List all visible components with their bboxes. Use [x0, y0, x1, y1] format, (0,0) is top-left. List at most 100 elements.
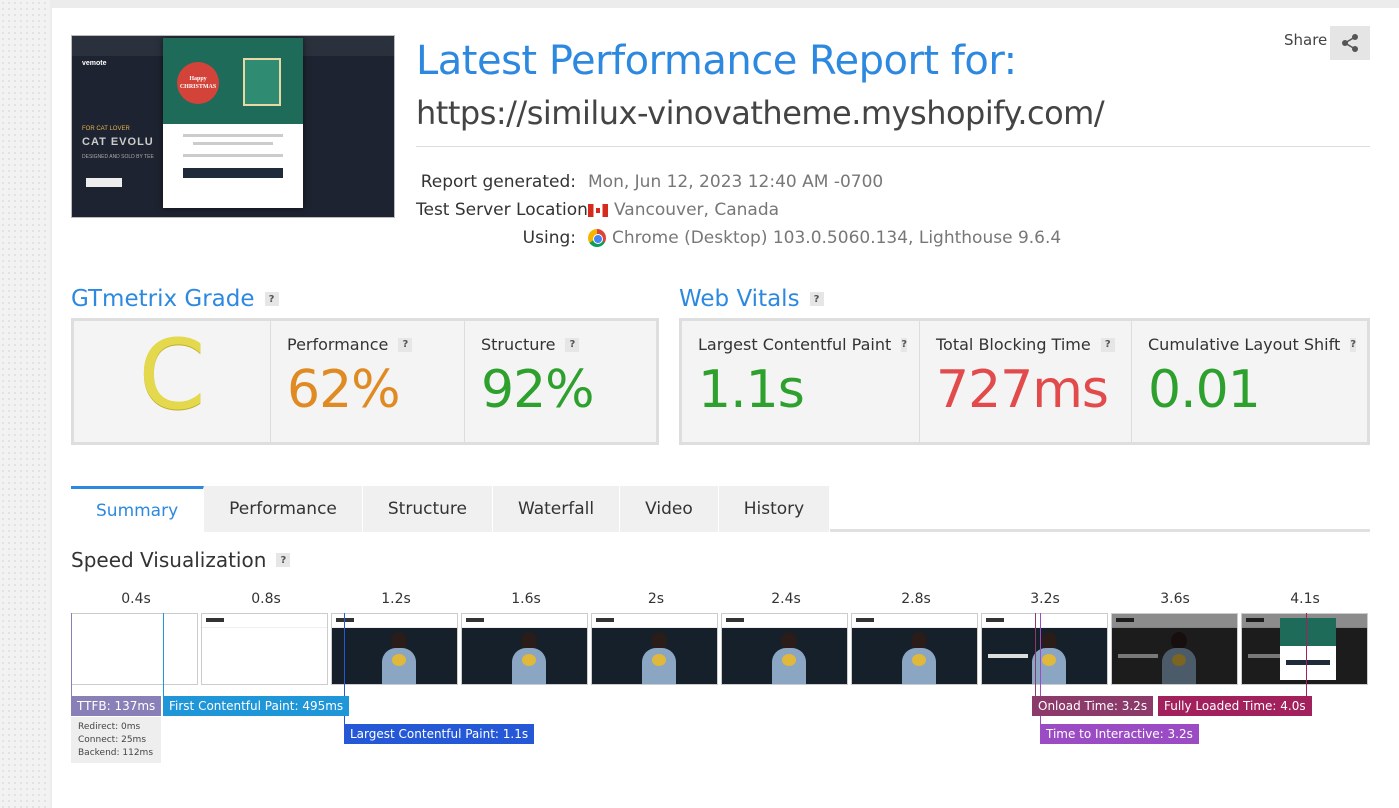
tab-summary[interactable]: Summary — [71, 486, 205, 532]
lcp-value: 1.1s — [698, 360, 805, 420]
thumb-cta — [183, 168, 283, 178]
structure-label-row: Structure ? — [481, 335, 640, 354]
cls-cell: Cumulative Layout Shift ? 0.01 — [1131, 321, 1367, 442]
help-icon[interactable]: ? — [276, 553, 291, 567]
frame-person — [902, 632, 936, 684]
frame-header — [722, 614, 847, 628]
person-shirt — [652, 654, 666, 666]
frame-person — [642, 632, 676, 684]
share-button[interactable] — [1330, 26, 1370, 60]
frame-popup-banner — [1280, 618, 1336, 646]
timeline-tick: 2s — [647, 591, 665, 607]
performance-label-row: Performance ? — [287, 335, 448, 354]
tab-waterfall[interactable]: Waterfall — [492, 486, 621, 532]
speed-visualization-heading: Speed Visualization ? — [71, 548, 291, 572]
meta-row-location: Test Server Location: Vancouver, Canada — [416, 196, 1061, 224]
frame-popup-button — [1286, 660, 1330, 665]
help-icon[interactable]: ? — [901, 337, 908, 352]
thumb-hero-title: CAT EVOLU — [82, 136, 154, 148]
timeline-tick: 4.1s — [1290, 591, 1320, 607]
performance-label: Performance — [287, 335, 389, 354]
lcp-label: Largest Contentful Paint: 1.1s — [344, 724, 535, 744]
thumb-logo: vemote — [82, 60, 107, 67]
frame-person — [772, 632, 806, 684]
structure-score: 92% — [481, 360, 595, 420]
thumb-ornament: Happy CHRISTMAS — [177, 62, 219, 104]
filmstrip-frame[interactable] — [1111, 613, 1238, 685]
help-icon[interactable]: ? — [1350, 337, 1357, 352]
grade-cell: C — [74, 321, 270, 442]
frame-person — [382, 632, 416, 684]
thumb-line — [183, 134, 283, 137]
tab-structure[interactable]: Structure — [362, 486, 493, 532]
timeline-tick: 3.2s — [1030, 591, 1060, 607]
help-icon[interactable]: ? — [809, 292, 824, 306]
person-shirt — [782, 654, 796, 666]
meta-row-generated: Report generated: Mon, Jun 12, 2023 12:4… — [416, 168, 1061, 196]
help-icon[interactable]: ? — [1100, 337, 1115, 352]
connect-time: Connect: 25ms — [78, 735, 147, 745]
grade-box: C Performance ? 62% Structure ? 92% — [71, 318, 659, 445]
thumb-hero-sub: DESIGNED AND SOLD BY TEE — [82, 154, 154, 160]
ttfb-breakdown: Redirect: 0ms Connect: 25ms Backend: 112… — [71, 717, 161, 763]
filmstrip-frame[interactable] — [71, 613, 198, 685]
tab-video[interactable]: Video — [620, 486, 719, 532]
filmstrip-frame[interactable] — [461, 613, 588, 685]
divider — [416, 146, 1370, 147]
structure-cell: Structure ? 92% — [464, 321, 656, 442]
person-shirt — [912, 654, 926, 666]
performance-cell: Performance ? 62% — [270, 321, 464, 442]
web-vitals-heading: Web Vitals ? — [679, 286, 824, 312]
meta-label: Test Server Location: — [416, 200, 594, 220]
tab-history[interactable]: History — [718, 486, 831, 532]
meta-value-wrap: Vancouver, Canada — [588, 196, 779, 224]
help-icon[interactable]: ? — [398, 337, 413, 352]
cls-label: Cumulative Layout Shift — [1148, 335, 1341, 354]
share-label[interactable]: Share — [1284, 31, 1327, 49]
thumb-line — [183, 154, 283, 157]
chrome-icon — [588, 229, 606, 247]
web-vitals-title: Web Vitals — [679, 286, 800, 312]
web-vitals-box: Largest Contentful Paint ? 1.1s Total Bl… — [679, 318, 1370, 445]
performance-score: 62% — [287, 360, 401, 420]
gtmetrix-grade-title: GTmetrix Grade — [71, 286, 255, 312]
onload-label: Onload Time: 3.2s — [1032, 696, 1154, 716]
frame-header — [592, 614, 717, 628]
tbt-value: 727ms — [936, 360, 1109, 420]
thumb-popup: Happy CHRISTMAS — [163, 38, 303, 208]
lcp-label-row: Largest Contentful Paint ? — [698, 335, 908, 354]
gtmetrix-grade-heading: GTmetrix Grade ? — [71, 286, 279, 312]
frame-person — [1032, 632, 1066, 684]
left-rail — [0, 0, 50, 808]
help-icon[interactable]: ? — [264, 292, 279, 306]
filmstrip-frame[interactable] — [981, 613, 1108, 685]
meta-row-using: Using: Chrome (Desktop) 103.0.5060.134, … — [416, 224, 1062, 252]
meta-value-wrap: Chrome (Desktop) 103.0.5060.134, Lightho… — [588, 224, 1061, 252]
frame-overlay — [1112, 614, 1237, 684]
report-tabs: Summary Performance Structure Waterfall … — [71, 486, 831, 532]
person-shirt — [392, 654, 406, 666]
ttfb-label: TTFB: 137ms — [71, 696, 162, 716]
lcp-cell: Largest Contentful Paint ? 1.1s — [682, 321, 919, 442]
timeline-tick: 2.4s — [771, 591, 801, 607]
filmstrip-frame[interactable] — [591, 613, 718, 685]
filmstrip-frame[interactable] — [201, 613, 328, 685]
thumb-hero-tag: FOR CAT LOVER — [82, 126, 130, 132]
filmstrip-frame[interactable] — [1241, 613, 1368, 685]
tab-performance[interactable]: Performance — [204, 486, 363, 532]
grade-letter: C — [138, 319, 206, 431]
cls-label-row: Cumulative Layout Shift ? — [1148, 335, 1357, 354]
canada-flag-icon — [588, 203, 608, 217]
backend-time: Backend: 112ms — [78, 748, 154, 758]
tbt-label-row: Total Blocking Time ? — [936, 335, 1115, 354]
frame-header — [462, 614, 587, 628]
report-url[interactable]: https://similux-vinovatheme.myshopify.co… — [416, 94, 1105, 132]
frame-header — [202, 614, 327, 628]
filmstrip-frame[interactable] — [721, 613, 848, 685]
filmstrip-frame[interactable] — [331, 613, 458, 685]
meta-label: Report generated: — [420, 172, 576, 192]
page-screenshot-thumbnail[interactable]: vemote FOR CAT LOVER CAT EVOLU DESIGNED … — [71, 35, 395, 218]
timeline-tick: 3.6s — [1160, 591, 1190, 607]
filmstrip-frame[interactable] — [851, 613, 978, 685]
help-icon[interactable]: ? — [565, 337, 580, 352]
